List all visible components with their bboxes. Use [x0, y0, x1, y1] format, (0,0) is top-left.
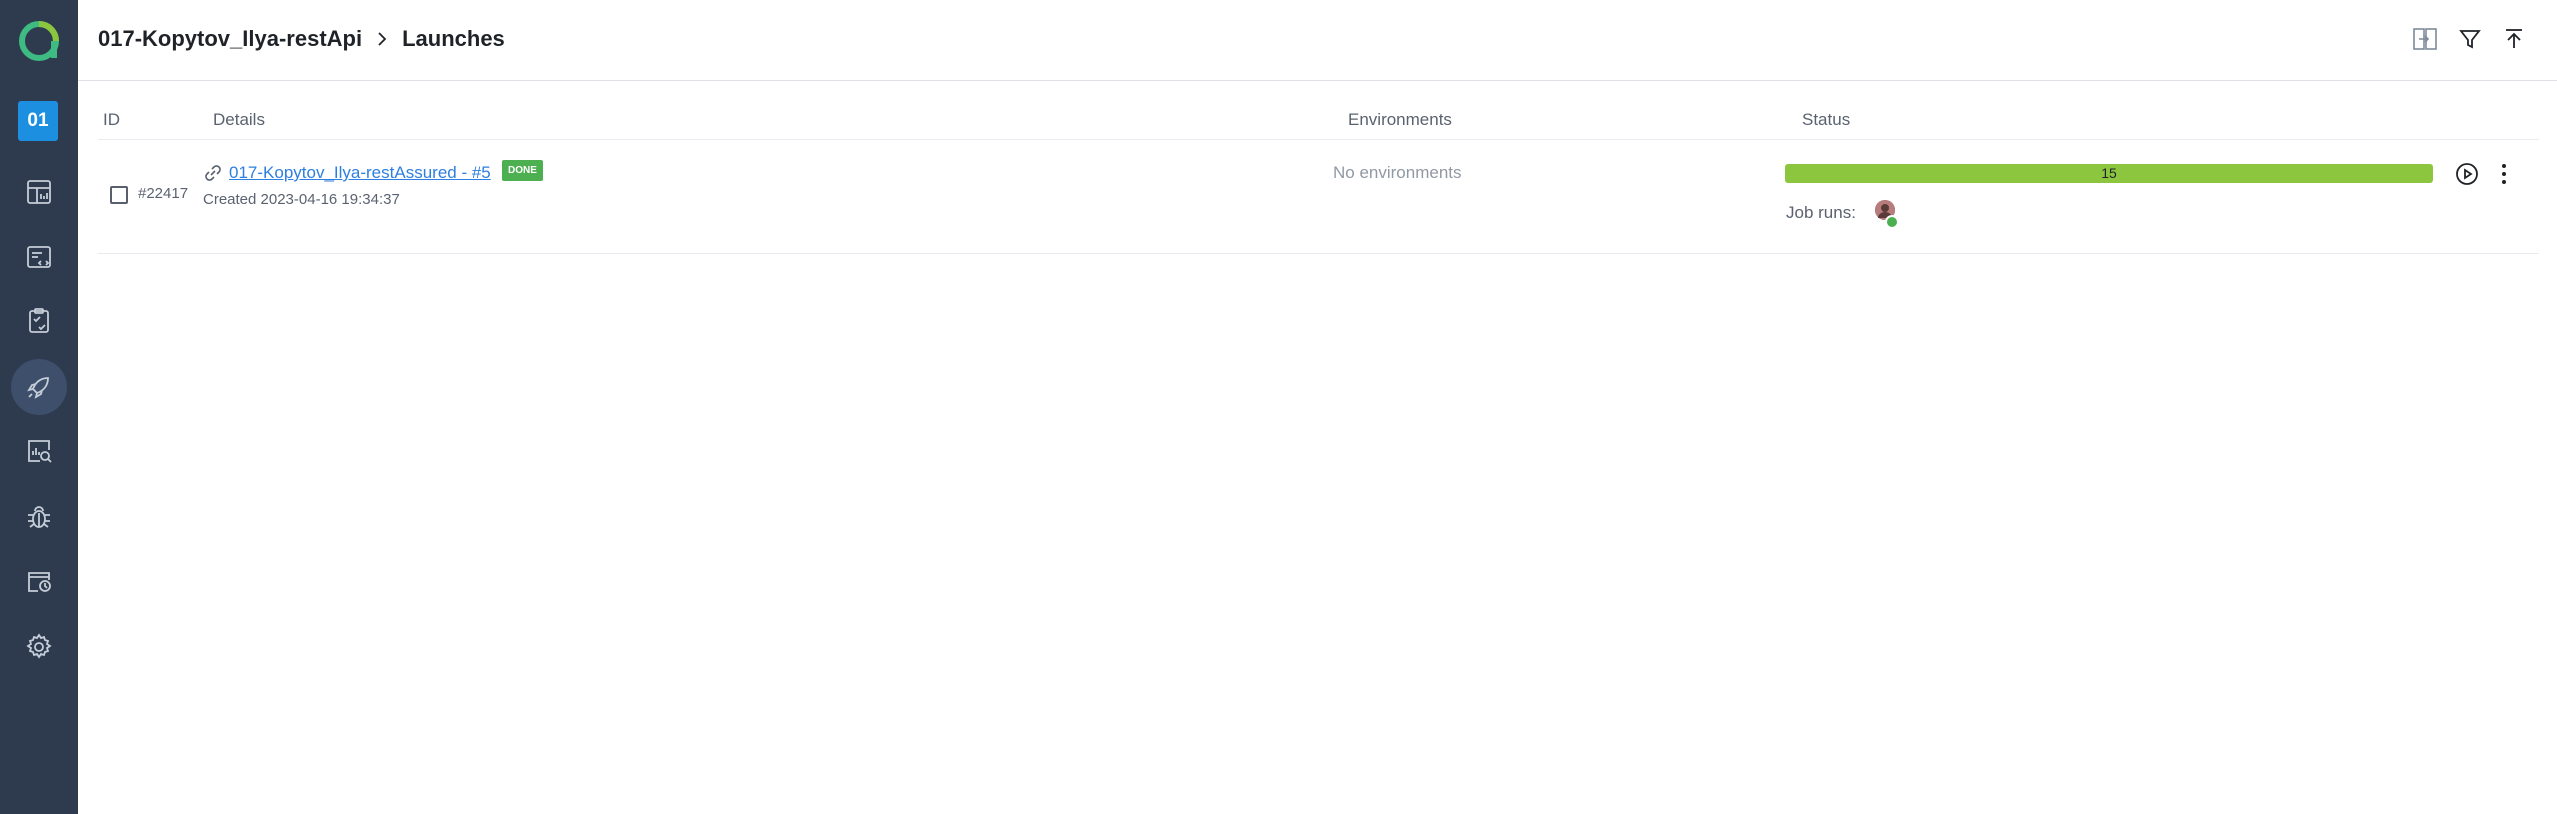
- page-header: 017-Kopytov_Ilya-restApi Launches: [78, 0, 2557, 81]
- chevron-right-icon: [376, 31, 388, 47]
- passed-count: 15: [2101, 165, 2117, 181]
- rerun-play-icon[interactable]: [2453, 160, 2481, 188]
- launch-name-link[interactable]: 017-Kopytov_Ilya-restAssured - #5: [229, 163, 491, 183]
- compare-icon[interactable]: [2408, 22, 2442, 56]
- divider: [98, 253, 2539, 254]
- project-badge[interactable]: 01: [18, 101, 58, 141]
- link-icon: [203, 163, 223, 188]
- analytics-icon[interactable]: [11, 423, 67, 479]
- launch-id: #22417: [138, 185, 189, 202]
- breadcrumb: 017-Kopytov_Ilya-restApi Launches: [98, 26, 505, 52]
- row-checkbox[interactable]: [110, 186, 128, 204]
- filter-icon[interactable]: [2453, 22, 2487, 56]
- allure-logo-icon[interactable]: [17, 19, 61, 63]
- status-badge: DONE: [502, 160, 543, 181]
- breadcrumb-project-link[interactable]: 017-Kopytov_Ilya-restApi: [98, 26, 362, 52]
- settings-gear-icon[interactable]: [11, 619, 67, 675]
- column-header-id: ID: [103, 110, 120, 129]
- column-header-details: Details: [213, 110, 265, 129]
- column-header-status: Status: [1802, 110, 1851, 129]
- test-results-progress-bar[interactable]: 15: [1785, 164, 2433, 183]
- dashboard-icon[interactable]: [11, 164, 67, 220]
- column-header-environments: Environments: [1348, 110, 1452, 129]
- page-title: Launches: [402, 26, 505, 51]
- test-cases-icon[interactable]: [11, 229, 67, 285]
- environments-value: No environments: [1333, 163, 1462, 182]
- sidebar: 01: [0, 0, 78, 814]
- divider: [98, 139, 2539, 140]
- more-options-icon[interactable]: [2490, 160, 2518, 188]
- defects-bug-icon[interactable]: [11, 489, 67, 545]
- job-run-status-dot: [1885, 215, 1899, 229]
- launches-rocket-icon[interactable]: [11, 359, 67, 415]
- test-plans-icon[interactable]: [11, 293, 67, 349]
- created-timestamp: Created 2023-04-16 19:34:37: [203, 191, 400, 208]
- job-runs-label: Job runs:: [1786, 203, 1856, 222]
- upload-icon[interactable]: [2497, 22, 2531, 56]
- jobs-icon[interactable]: [11, 553, 67, 609]
